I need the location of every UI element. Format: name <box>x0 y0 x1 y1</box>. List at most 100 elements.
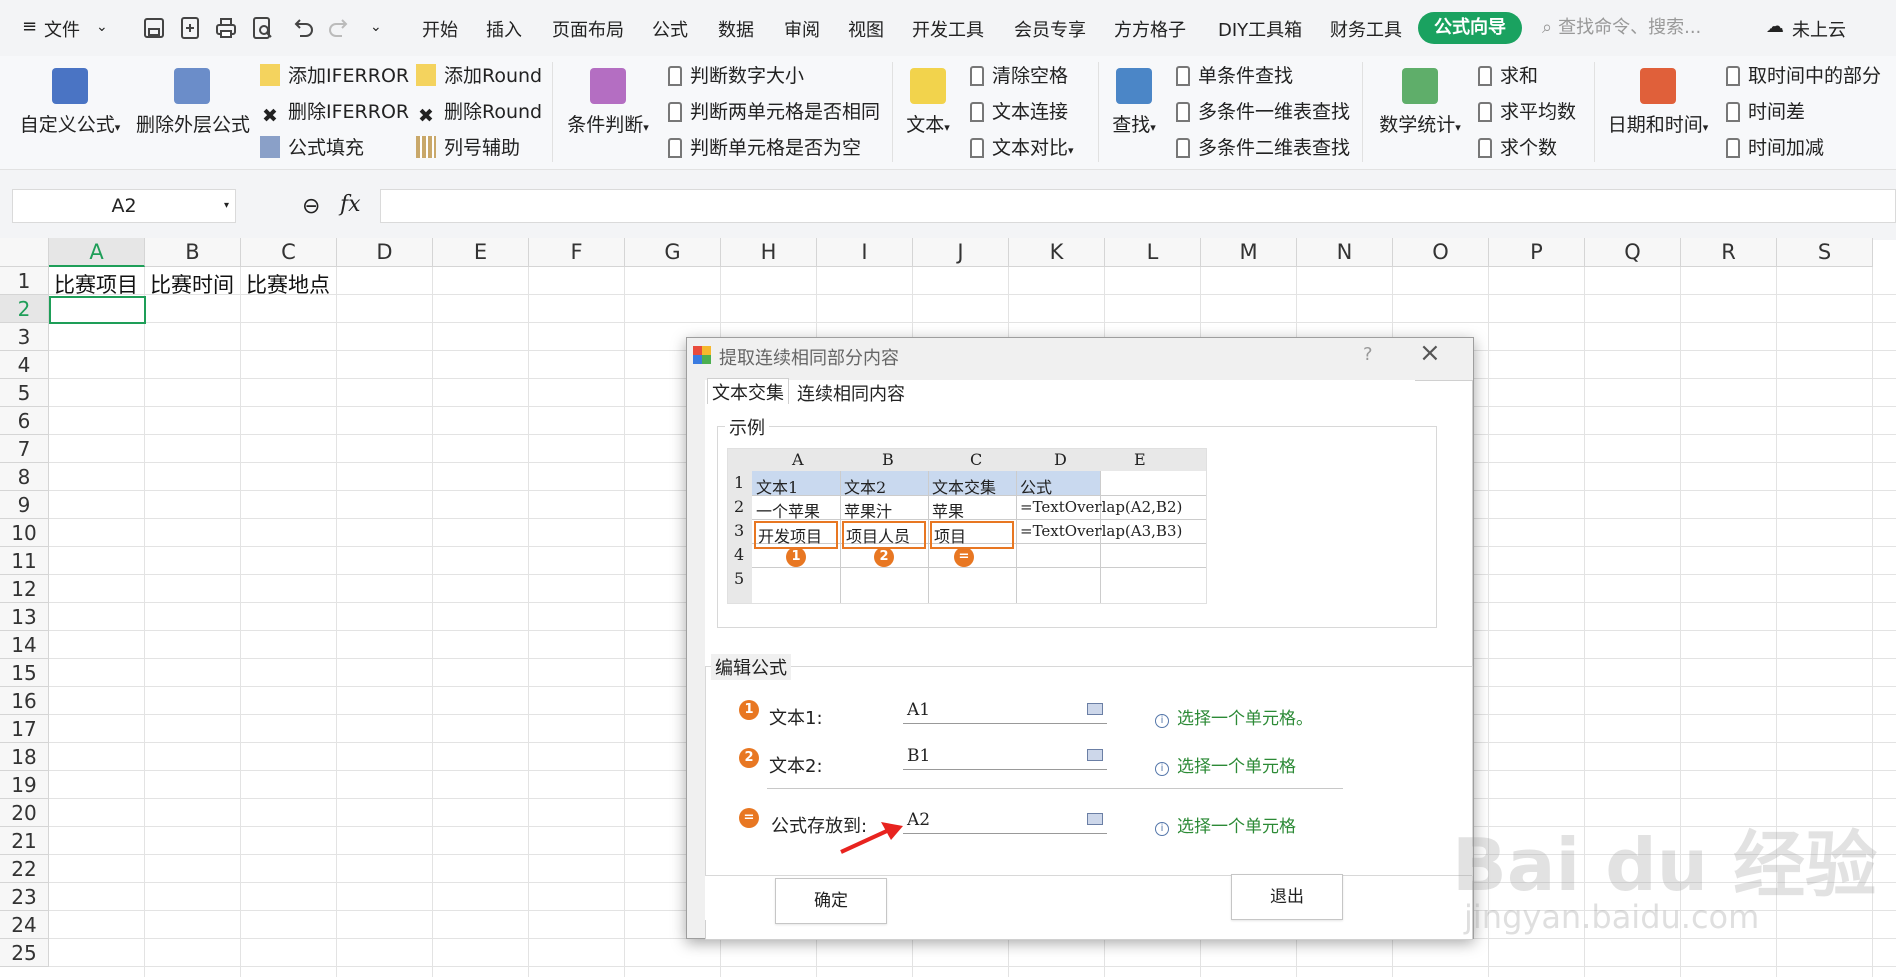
file-menu[interactable]: 文件 <box>44 16 80 42</box>
column-header-d[interactable]: D <box>337 238 433 267</box>
custom-formula-button[interactable]: 自定义公式▾ <box>18 62 122 137</box>
name-box[interactable]: A2 ▾ <box>12 189 236 223</box>
column-header-o[interactable]: O <box>1393 238 1489 267</box>
row-header-12[interactable]: 12 <box>0 575 49 603</box>
column-header-h[interactable]: H <box>721 238 817 267</box>
cell-c1[interactable]: 比赛地点 <box>242 269 330 299</box>
tab-text-intersection[interactable]: 文本交集 <box>707 378 789 404</box>
exit-button[interactable]: 退出 <box>1231 874 1343 920</box>
math-stats-button[interactable]: 数学统计▾ <box>1376 62 1464 137</box>
tab-formula-wizard[interactable]: 公式向导 <box>1418 12 1522 44</box>
row-header-15[interactable]: 15 <box>0 659 49 687</box>
tab-review[interactable]: 审阅 <box>784 16 820 42</box>
add-round-button[interactable]: 添加Round <box>416 62 542 90</box>
tab-finance[interactable]: 财务工具 <box>1330 16 1402 42</box>
export-pdf-icon[interactable] <box>176 14 204 42</box>
column-helper-button[interactable]: 列号辅助 <box>416 134 520 162</box>
column-header-p[interactable]: P <box>1489 238 1585 267</box>
chevron-down-icon[interactable]: ⌄ <box>96 19 108 35</box>
row-header-1[interactable]: 1 <box>0 267 49 295</box>
single-lookup-button[interactable]: 单条件查找 <box>1176 62 1293 90</box>
cloud-status[interactable]: 未上云 <box>1792 16 1846 42</box>
column-header-l[interactable]: L <box>1105 238 1201 267</box>
row-header-11[interactable]: 11 <box>0 547 49 575</box>
store-to-field[interactable]: A2 <box>903 808 1107 834</box>
column-header-n[interactable]: N <box>1297 238 1393 267</box>
tab-page-layout[interactable]: 页面布局 <box>552 16 624 42</box>
row-header-2[interactable]: 2 <box>0 295 49 323</box>
column-header-c[interactable]: C <box>241 238 337 267</box>
column-header-k[interactable]: K <box>1009 238 1105 267</box>
chevron-down-icon[interactable]: ▾ <box>224 190 229 222</box>
column-header-r[interactable]: R <box>1681 238 1777 267</box>
text-compare-button[interactable]: 文本对比▾ <box>970 134 1074 162</box>
tab-member[interactable]: 会员专享 <box>1014 16 1086 42</box>
tab-diy-toolbox[interactable]: DIY工具箱 <box>1218 16 1302 42</box>
row-header-5[interactable]: 5 <box>0 379 49 407</box>
column-header-a[interactable]: A <box>49 238 145 267</box>
search-command-input[interactable]: ⌕ 查找命令、搜索... <box>1542 14 1742 42</box>
text1-field[interactable]: A1 <box>903 698 1107 724</box>
help-button[interactable]: ? <box>1363 344 1373 365</box>
close-icon[interactable]: × <box>1419 338 1441 368</box>
ok-button[interactable]: 确定 <box>775 878 887 924</box>
datetime-button[interactable]: 日期和时间▾ <box>1606 62 1710 137</box>
add-iferror-button[interactable]: 添加IFERROR <box>260 62 409 90</box>
cloud-icon[interactable]: ☁ <box>1766 16 1784 37</box>
row-header-23[interactable]: 23 <box>0 883 49 911</box>
zoom-icon[interactable]: ⊖ <box>302 194 320 219</box>
print-preview-icon[interactable] <box>248 14 276 42</box>
active-cell-a2[interactable] <box>49 296 146 324</box>
column-header-e[interactable]: E <box>433 238 529 267</box>
quick-access-more-icon[interactable]: ⌄ <box>370 19 382 35</box>
delete-round-button[interactable]: ✖ 删除Round <box>416 98 542 127</box>
tab-home[interactable]: 开始 <box>422 16 458 42</box>
judge-number-size-button[interactable]: 判断数字大小 <box>668 62 804 90</box>
row-header-13[interactable]: 13 <box>0 603 49 631</box>
undo-icon[interactable] <box>288 14 316 42</box>
print-icon[interactable] <box>212 14 240 42</box>
tab-data[interactable]: 数据 <box>718 16 754 42</box>
range-select-icon[interactable] <box>1087 703 1103 715</box>
formula-fill-button[interactable]: 公式填充 <box>260 134 364 162</box>
tab-fangfang[interactable]: 方方格子 <box>1114 16 1186 42</box>
row-header-8[interactable]: 8 <box>0 463 49 491</box>
row-header-22[interactable]: 22 <box>0 855 49 883</box>
tab-formulas[interactable]: 公式 <box>652 16 688 42</box>
range-select-icon[interactable] <box>1087 749 1103 761</box>
row-header-21[interactable]: 21 <box>0 827 49 855</box>
time-diff-button[interactable]: 时间差 <box>1726 98 1805 126</box>
hamburger-icon[interactable]: ≡ <box>22 16 37 37</box>
judge-empty-button[interactable]: 判断单元格是否为空 <box>668 134 861 162</box>
tab-insert[interactable]: 插入 <box>486 16 522 42</box>
row-header-3[interactable]: 3 <box>0 323 49 351</box>
time-add-button[interactable]: 时间加减 <box>1726 134 1824 162</box>
text-join-button[interactable]: 文本连接 <box>970 98 1068 126</box>
column-header-b[interactable]: B <box>145 238 241 267</box>
text2-field[interactable]: B1 <box>903 744 1107 770</box>
text-button[interactable]: 文本▾ <box>900 62 956 137</box>
row-header-20[interactable]: 20 <box>0 799 49 827</box>
row-header-19[interactable]: 19 <box>0 771 49 799</box>
row-header-9[interactable]: 9 <box>0 491 49 519</box>
range-select-icon[interactable] <box>1087 813 1103 825</box>
row-header-25[interactable]: 25 <box>0 939 49 967</box>
judge-same-button[interactable]: 判断两单元格是否相同 <box>668 98 880 126</box>
column-header-f[interactable]: F <box>529 238 625 267</box>
cell-b1[interactable]: 比赛时间 <box>146 269 234 299</box>
column-header-j[interactable]: J <box>913 238 1009 267</box>
tab-developer[interactable]: 开发工具 <box>912 16 984 42</box>
remove-outer-formula-button[interactable]: 删除外层公式 <box>136 62 250 137</box>
formula-input[interactable] <box>380 189 1896 223</box>
lookup-button[interactable]: 查找▾ <box>1106 62 1162 137</box>
time-part-button[interactable]: 取时间中的部分 <box>1726 62 1881 90</box>
column-header-g[interactable]: G <box>625 238 721 267</box>
cell-a1[interactable]: 比赛项目 <box>50 269 138 299</box>
column-header-s[interactable]: S <box>1777 238 1873 267</box>
multi-1d-lookup-button[interactable]: 多条件一维表查找 <box>1176 98 1350 126</box>
row-header-18[interactable]: 18 <box>0 743 49 771</box>
row-header-17[interactable]: 17 <box>0 715 49 743</box>
row-header-6[interactable]: 6 <box>0 407 49 435</box>
delete-iferror-button[interactable]: ✖ 删除IFERROR <box>260 98 409 127</box>
column-header-i[interactable]: I <box>817 238 913 267</box>
